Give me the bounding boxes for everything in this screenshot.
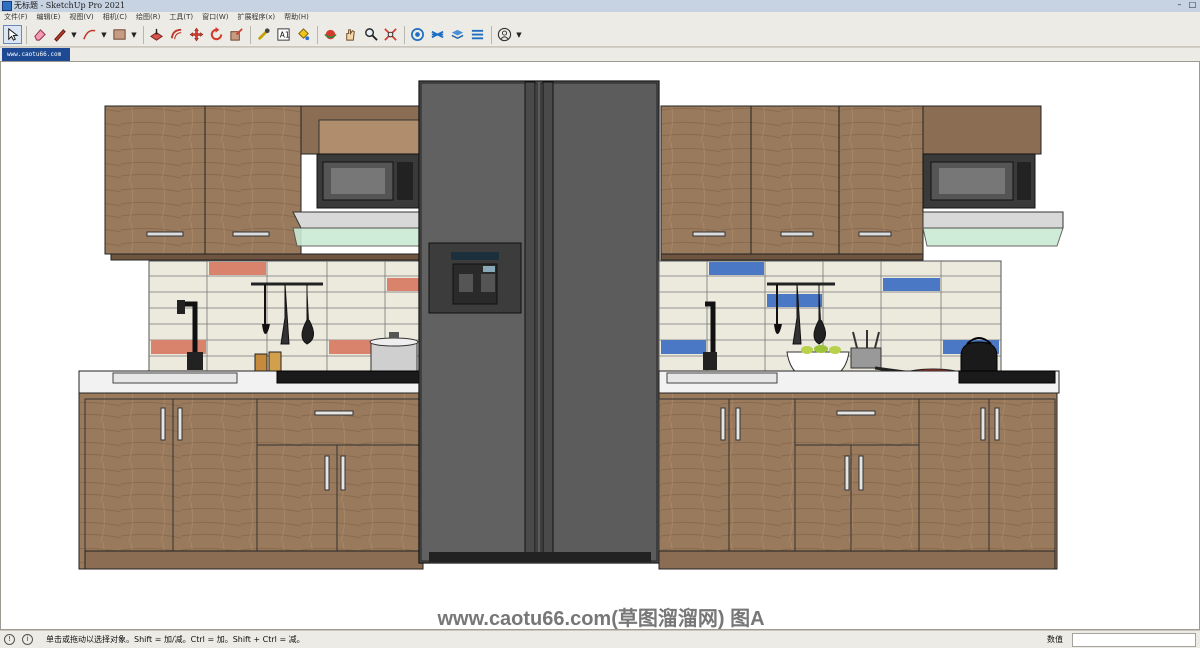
offset-icon [170, 28, 182, 40]
right-microwave [922, 153, 1036, 209]
eraser-tool-button[interactable] [30, 25, 49, 44]
shape-tool-button[interactable] [110, 25, 129, 44]
scene-tab-1[interactable]: www.caotu66.com [2, 48, 70, 61]
menu-tools[interactable]: 工具(T) [165, 12, 198, 23]
orbit-tool-button[interactable] [321, 25, 340, 44]
main-toolbar: ▼ ▼ ▼ A1 ▼ [0, 23, 1200, 47]
menu-edit[interactable]: 编辑(E) [33, 12, 66, 23]
kitchen-model [78, 80, 1064, 570]
account-dropdown[interactable]: ▼ [515, 31, 523, 39]
paint-bucket-tool-button[interactable] [294, 25, 313, 44]
move-icon [189, 27, 204, 42]
zoom-extents-icon [384, 28, 397, 41]
eraser-icon [34, 29, 46, 41]
menu-camera[interactable]: 相机(C) [99, 12, 132, 23]
menu-draw[interactable]: 绘图(R) [132, 12, 165, 23]
paint-bucket-icon [298, 28, 310, 41]
offset-tool-button[interactable] [167, 25, 186, 44]
zoom-icon [365, 28, 378, 41]
layout-icon [451, 29, 464, 40]
extension-warehouse-button[interactable] [428, 25, 447, 44]
styles-button[interactable] [468, 25, 487, 44]
extension-warehouse-icon [431, 30, 444, 39]
arc-tool-dropdown[interactable]: ▼ [100, 31, 108, 39]
account-icon [497, 27, 512, 42]
shape-tool-dropdown[interactable]: ▼ [130, 31, 138, 39]
scene-tabs-bar: www.caotu66.com [0, 48, 1200, 61]
credits-icon[interactable]: i [22, 634, 33, 645]
refrigerator [418, 80, 660, 564]
3d-warehouse-button[interactable] [408, 25, 427, 44]
right-countertop [658, 370, 1060, 394]
layout-button[interactable] [448, 25, 467, 44]
right-base-cabinets [658, 392, 1058, 570]
styles-icon [471, 29, 484, 40]
maximize-button[interactable]: □ [1187, 0, 1198, 10]
watermark-text: www.caotu66.com(草图溜溜网) 图A [437, 608, 765, 630]
toolbar-separator [250, 25, 251, 44]
push-pull-icon [150, 28, 163, 41]
status-bar: ! i 单击或拖动以选择对象。Shift = 加/减。Ctrl = 加。Shif… [0, 630, 1200, 648]
orbit-icon [324, 29, 337, 40]
status-hint-text: 单击或拖动以选择对象。Shift = 加/减。Ctrl = 加。Shift + … [46, 635, 305, 644]
title-bar: 无标题 - SketchUp Pro 2021 – □ [0, 0, 1200, 12]
minimize-button[interactable]: – [1174, 0, 1185, 10]
move-tool-button[interactable] [187, 25, 206, 44]
left-base-cabinets [78, 392, 424, 570]
sketchup-window: 无标题 - SketchUp Pro 2021 – □ 文件(F) 编辑(E) … [0, 0, 1200, 648]
svg-text:A1: A1 [280, 30, 290, 39]
rectangle-shape-icon [113, 29, 126, 40]
toolbar-separator [143, 25, 144, 44]
pan-tool-button[interactable] [341, 25, 360, 44]
select-tool-button[interactable] [3, 25, 22, 44]
line-pencil-icon [54, 29, 66, 42]
arc-icon [83, 29, 96, 40]
line-tool-dropdown[interactable]: ▼ [70, 31, 78, 39]
rotate-icon [210, 27, 223, 41]
measurements-input[interactable] [1072, 633, 1196, 647]
left-countertop [78, 370, 424, 394]
sketchup-app-icon [2, 1, 12, 11]
window-title: 无标题 - SketchUp Pro 2021 [14, 1, 126, 10]
text-tool-button[interactable]: A1 [274, 25, 293, 44]
zoom-tool-button[interactable] [361, 25, 380, 44]
menu-extensions[interactable]: 扩展程序(x) [233, 12, 280, 23]
menu-file[interactable]: 文件(F) [0, 12, 33, 23]
left-microwave [316, 153, 420, 209]
drawing-viewport[interactable]: www.caotu66.com(草图溜溜网) 图A [0, 61, 1200, 630]
menu-view[interactable]: 视图(V) [65, 12, 98, 23]
right-range-hood [922, 211, 1064, 247]
measurements-label: 数值 [1047, 635, 1063, 644]
tape-measure-icon [257, 28, 270, 41]
scale-icon [230, 28, 243, 41]
geolocation-icon[interactable]: ! [4, 634, 15, 645]
window-controls: – □ [1174, 0, 1198, 12]
menu-bar: 文件(F) 编辑(E) 视图(V) 相机(C) 绘图(R) 工具(T) 窗口(W… [0, 12, 1200, 23]
arc-tool-button[interactable] [80, 25, 99, 44]
toolbar-separator [26, 25, 27, 44]
account-button[interactable] [495, 25, 514, 44]
push-pull-tool-button[interactable] [147, 25, 166, 44]
scale-tool-button[interactable] [227, 25, 246, 44]
line-tool-button[interactable] [50, 25, 69, 44]
warehouse-icon [411, 28, 424, 41]
tape-measure-tool-button[interactable] [254, 25, 273, 44]
menu-window[interactable]: 窗口(W) [198, 12, 233, 23]
select-icon [8, 27, 19, 41]
toolbar-separator [317, 25, 318, 44]
left-range-hood [292, 211, 422, 247]
toolbar-separator [404, 25, 405, 44]
rotate-tool-button[interactable] [207, 25, 226, 44]
text-icon: A1 [277, 28, 290, 41]
toolbar-separator [491, 25, 492, 44]
zoom-extents-tool-button[interactable] [381, 25, 400, 44]
pan-icon [346, 29, 355, 41]
menu-help[interactable]: 帮助(H) [280, 12, 314, 23]
